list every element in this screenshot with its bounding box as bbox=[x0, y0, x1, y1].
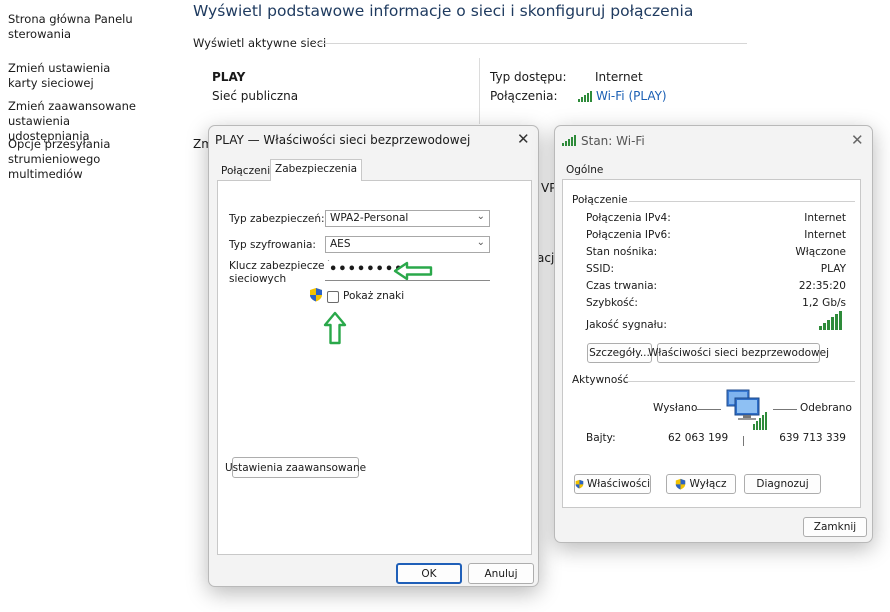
active-networks-label: Wyświetl aktywne sieci bbox=[193, 36, 327, 50]
show-characters-label: Pokaż znaki bbox=[343, 290, 405, 302]
ipv4-value: Internet bbox=[804, 212, 846, 224]
sidebar-item-control-panel-home[interactable]: Strona główna Panelu sterowania bbox=[8, 12, 168, 42]
wireless-properties-dialog: PLAY — Właściwości sieci bezprzewodowej … bbox=[208, 125, 539, 587]
group-divider bbox=[629, 201, 855, 202]
ssid-label: SSID: bbox=[586, 263, 615, 275]
cancel-button[interactable]: Anuluj bbox=[468, 563, 534, 584]
disable-button-label: Wyłącz bbox=[689, 478, 727, 490]
sent-label: Wysłano bbox=[653, 402, 698, 414]
hidden-text-fragment: acj bbox=[537, 251, 555, 265]
page-title: Wyświetl podstawowe informacje o sieci i… bbox=[193, 2, 694, 20]
close-icon[interactable]: ✕ bbox=[851, 133, 864, 148]
network-name: PLAY bbox=[212, 70, 246, 84]
network-key-label-line2: sieciowych bbox=[229, 273, 287, 285]
chevron-down-icon: ⌄ bbox=[476, 211, 485, 222]
security-type-value: WPA2-Personal bbox=[330, 212, 409, 224]
received-line bbox=[773, 409, 797, 410]
tab-general[interactable]: Ogólne bbox=[562, 161, 607, 179]
wireless-properties-button[interactable]: Właściwości sieci bezprzewodowej bbox=[648, 343, 829, 363]
close-icon[interactable]: ✕ bbox=[517, 132, 530, 147]
uac-shield-icon bbox=[676, 478, 686, 490]
network-type-link[interactable]: Sieć publiczna bbox=[212, 89, 298, 103]
sent-line bbox=[697, 409, 721, 410]
wifi-signal-icon bbox=[562, 135, 576, 146]
show-characters-checkbox[interactable] bbox=[327, 291, 339, 303]
uac-shield-icon bbox=[310, 288, 322, 302]
speed-label: Szybkość: bbox=[586, 297, 638, 309]
section-divider bbox=[315, 43, 747, 44]
signal-strength-icon bbox=[819, 311, 842, 330]
security-type-label: Typ zabezpieczeń: bbox=[229, 213, 325, 225]
ipv6-value: Internet bbox=[804, 229, 846, 241]
bytes-label: Bajty: bbox=[586, 432, 616, 444]
sidebar-item-media-streaming[interactable]: Opcje przesyłania strumieniowego multime… bbox=[8, 137, 168, 182]
media-state-value: Włączone bbox=[795, 246, 846, 258]
general-tab-panel: Połączenie Połączenia IPv4: Internet Poł… bbox=[562, 179, 861, 508]
tab-security[interactable]: Zabezpieczenia bbox=[270, 159, 363, 181]
wifi-connection-label: Wi-Fi (PLAY) bbox=[596, 89, 667, 103]
dialog-title: PLAY — Właściwości sieci bezprzewodowej bbox=[215, 133, 471, 147]
sidebar-item-change-adapter-settings[interactable]: Zmień ustawienia karty sieciowej bbox=[8, 61, 143, 91]
group-divider bbox=[625, 381, 855, 382]
network-computers-icon bbox=[726, 389, 767, 430]
speed-value: 1,2 Gb/s bbox=[802, 297, 846, 309]
chevron-down-icon: ⌄ bbox=[476, 237, 485, 248]
ipv4-label: Połączenia IPv4: bbox=[586, 212, 671, 224]
diagnose-button[interactable]: Diagnozuj bbox=[744, 474, 821, 494]
disable-button[interactable]: Wyłącz bbox=[666, 474, 736, 494]
properties-button-label: Właściwości bbox=[586, 478, 650, 490]
dialog-title: Stan: Wi-Fi bbox=[581, 134, 645, 148]
access-type-label: Typ dostępu: bbox=[490, 70, 567, 84]
ipv6-label: Połączenia IPv6: bbox=[586, 229, 671, 241]
encryption-type-select[interactable]: AES ⌄ bbox=[325, 236, 490, 253]
close-button[interactable]: Zamknij bbox=[803, 517, 867, 537]
security-tab-panel: Typ zabezpieczeń: WPA2-Personal ⌄ Typ sz… bbox=[217, 180, 532, 555]
signal-quality-label: Jakość sygnału: bbox=[586, 319, 667, 331]
duration-label: Czas trwania: bbox=[586, 280, 658, 292]
vertical-divider bbox=[479, 58, 480, 124]
properties-button[interactable]: Właściwości bbox=[574, 474, 651, 494]
encryption-type-label: Typ szyfrowania: bbox=[229, 239, 316, 251]
arrow-left-icon bbox=[393, 261, 433, 281]
network-key-label: Klucz zabezpieczeń sieciowych bbox=[229, 260, 331, 286]
activity-group-title: Aktywność bbox=[572, 374, 629, 386]
access-type-value: Internet bbox=[595, 70, 643, 84]
ssid-value: PLAY bbox=[820, 263, 846, 275]
duration-value: 22:35:20 bbox=[798, 280, 846, 292]
wifi-signal-icon bbox=[578, 90, 592, 102]
uac-shield-icon bbox=[575, 479, 584, 489]
ok-button[interactable]: OK bbox=[396, 563, 462, 584]
network-key-label-line1: Klucz zabezpieczeń bbox=[229, 260, 332, 272]
details-button[interactable]: Szczegóły... bbox=[587, 343, 652, 363]
bytes-received-value: 639 713 339 bbox=[779, 432, 846, 444]
encryption-type-value: AES bbox=[330, 238, 351, 250]
wifi-connection-link[interactable]: Wi-Fi (PLAY) bbox=[578, 89, 667, 103]
connection-group-title: Połączenie bbox=[572, 194, 628, 206]
wifi-status-dialog: Stan: Wi-Fi ✕ Ogólne Połączenie Połączen… bbox=[554, 125, 873, 543]
bytes-divider bbox=[743, 436, 744, 446]
security-type-select[interactable]: WPA2-Personal ⌄ bbox=[325, 210, 490, 227]
advanced-settings-button[interactable]: Ustawienia zaawansowane bbox=[225, 457, 366, 478]
connections-label: Połączenia: bbox=[490, 89, 558, 103]
received-label: Odebrano bbox=[800, 402, 852, 414]
media-state-label: Stan nośnika: bbox=[586, 246, 658, 258]
arrow-up-icon bbox=[323, 311, 347, 345]
bytes-sent-value: 62 063 199 bbox=[668, 432, 729, 444]
